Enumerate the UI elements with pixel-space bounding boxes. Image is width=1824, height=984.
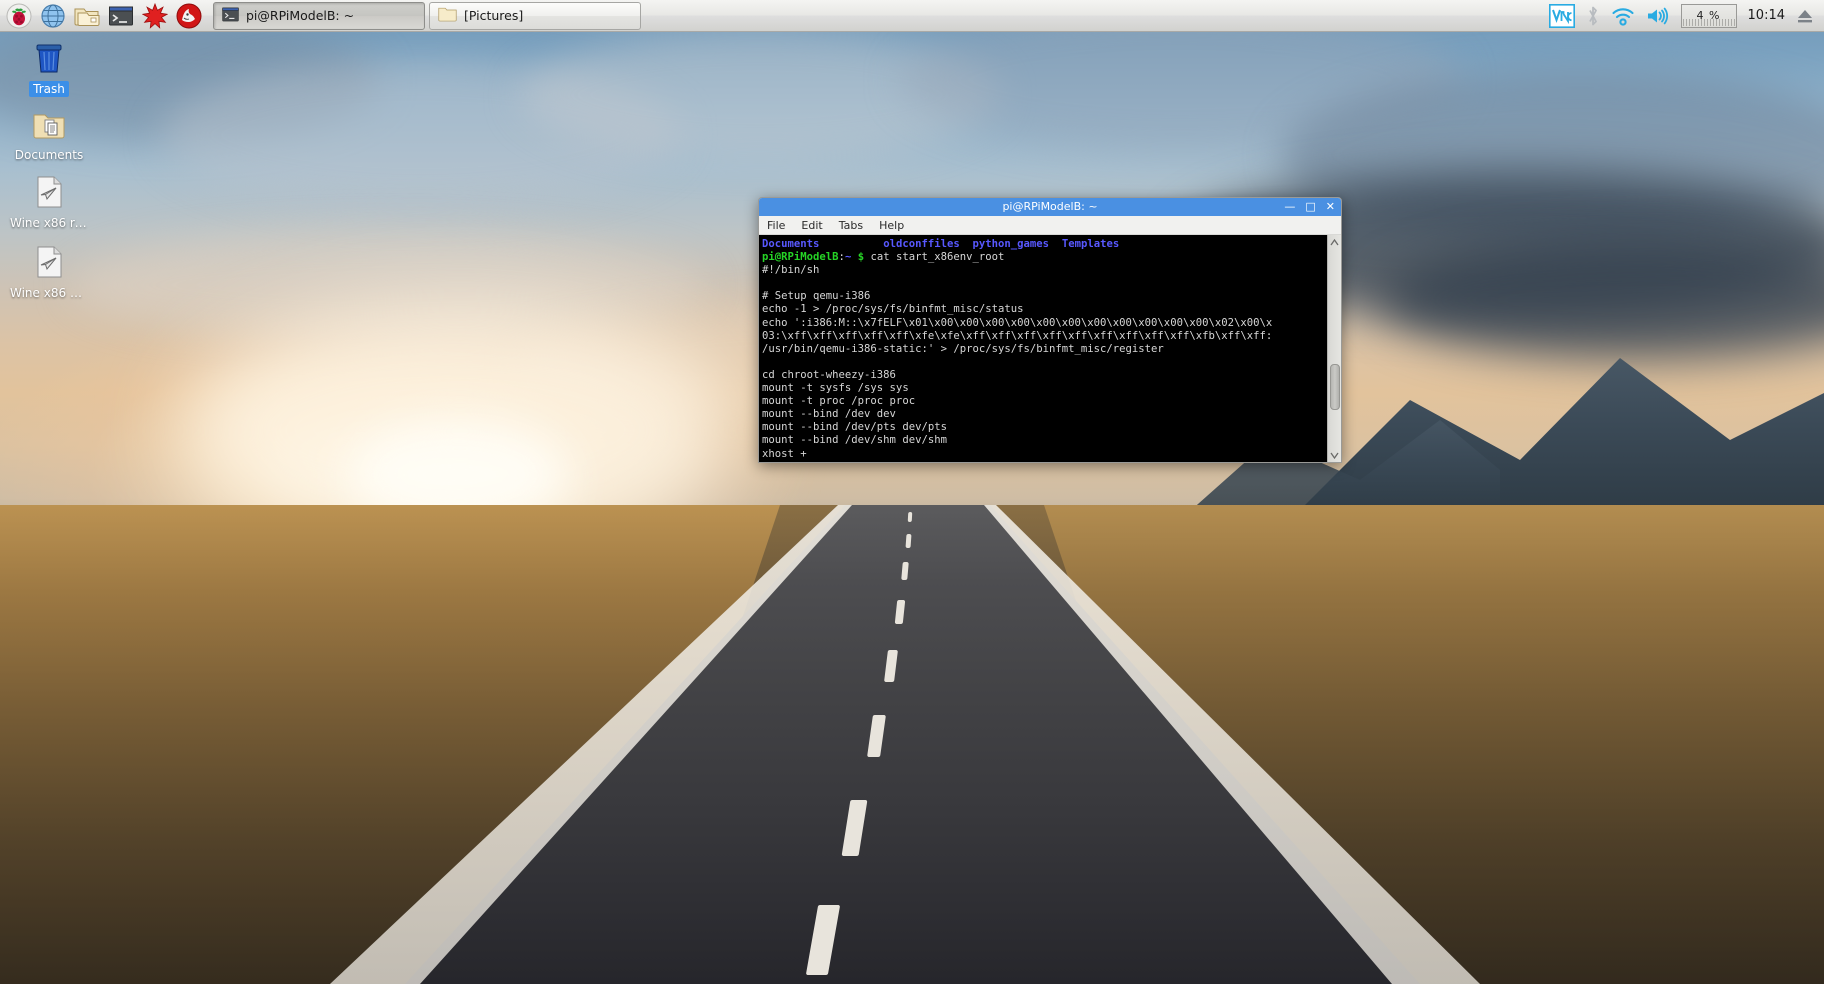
menu-item-file[interactable]: File	[767, 219, 785, 232]
vnc-icon[interactable]	[1548, 3, 1575, 28]
taskbar[interactable]: pi@RPiModelB: ~ [Pictures] 4 % 10:14	[0, 0, 1824, 32]
scrollbar-thumb[interactable]	[1330, 364, 1340, 410]
eject-icon[interactable]	[1796, 7, 1814, 25]
scrollbar-track[interactable]	[1328, 249, 1341, 448]
close-button[interactable]: ✕	[1326, 198, 1335, 216]
web-browser-icon[interactable]	[37, 1, 69, 31]
minimize-button[interactable]: —	[1284, 198, 1295, 216]
desktop-icon-wine-x86-root[interactable]: Wine x86 root	[6, 172, 92, 231]
wifi-icon[interactable]	[1611, 6, 1635, 26]
menu-item-tabs[interactable]: Tabs	[839, 219, 863, 232]
wolfram-icon[interactable]	[173, 1, 205, 31]
desktop[interactable]: Trash Documents Wine x86 root Wine x86 U…	[0, 0, 1824, 984]
terminal-icon	[222, 7, 239, 25]
terminal-icon[interactable]	[105, 1, 137, 31]
terminal-title: pi@RPiModelB: ~	[1002, 200, 1098, 213]
menu-item-edit[interactable]: Edit	[801, 219, 822, 232]
desktop-icon-label: Wine x86 root	[10, 216, 92, 230]
desktop-icon-label: Documents	[14, 148, 84, 162]
trash-icon	[29, 38, 69, 78]
bluetooth-icon[interactable]	[1586, 5, 1600, 27]
terminal-output[interactable]: Documents oldconffiles python_games Temp…	[759, 235, 1327, 462]
desktop-icon-label: Wine x86 User	[10, 286, 92, 300]
clock[interactable]: 10:14	[1748, 8, 1785, 23]
system-tray[interactable]: 4 % 10:14	[1548, 3, 1824, 28]
cpu-usage-label: 4 %	[1696, 9, 1721, 22]
terminal-window[interactable]: pi@RPiModelB: ~ — □ ✕ File Edit Tabs Hel…	[758, 197, 1342, 463]
raspberry-menu-icon[interactable]	[3, 1, 35, 31]
desktop-icon-label: Trash	[29, 81, 69, 97]
launcher-bar[interactable]	[0, 1, 205, 31]
window-controls[interactable]: — □ ✕	[1284, 198, 1335, 216]
task-button-terminal[interactable]: pi@RPiModelB: ~	[213, 1, 425, 30]
desktop-icon-documents[interactable]: Documents	[6, 104, 92, 163]
script-file-icon	[29, 242, 69, 282]
task-button-label: [Pictures]	[464, 8, 524, 23]
menu-item-help[interactable]: Help	[879, 219, 904, 232]
scroll-up-icon[interactable]	[1328, 235, 1342, 249]
cpu-usage-monitor[interactable]: 4 %	[1680, 3, 1737, 28]
terminal-menubar[interactable]: File Edit Tabs Help	[759, 216, 1341, 235]
mathematica-icon[interactable]	[139, 1, 171, 31]
desktop-icon-trash[interactable]: Trash	[6, 38, 92, 97]
terminal-titlebar[interactable]: pi@RPiModelB: ~ — □ ✕	[759, 198, 1341, 216]
desktop-icon-wine-x86-user[interactable]: Wine x86 User	[6, 242, 92, 301]
documents-folder-icon	[29, 104, 69, 144]
terminal-body[interactable]: Documents oldconffiles python_games Temp…	[759, 235, 1341, 462]
task-button-label: pi@RPiModelB: ~	[246, 8, 355, 23]
terminal-scrollbar[interactable]	[1327, 235, 1341, 462]
road-dash	[907, 512, 913, 522]
window-task-list[interactable]: pi@RPiModelB: ~ [Pictures]	[213, 1, 641, 30]
script-file-icon	[29, 172, 69, 212]
maximize-button[interactable]: □	[1305, 198, 1315, 216]
volume-icon[interactable]	[1646, 6, 1670, 26]
file-manager-icon[interactable]	[71, 1, 103, 31]
task-button-pictures[interactable]: [Pictures]	[429, 1, 641, 30]
road-dash	[905, 534, 912, 548]
scroll-down-icon[interactable]	[1328, 448, 1342, 462]
folder-icon	[438, 6, 457, 25]
